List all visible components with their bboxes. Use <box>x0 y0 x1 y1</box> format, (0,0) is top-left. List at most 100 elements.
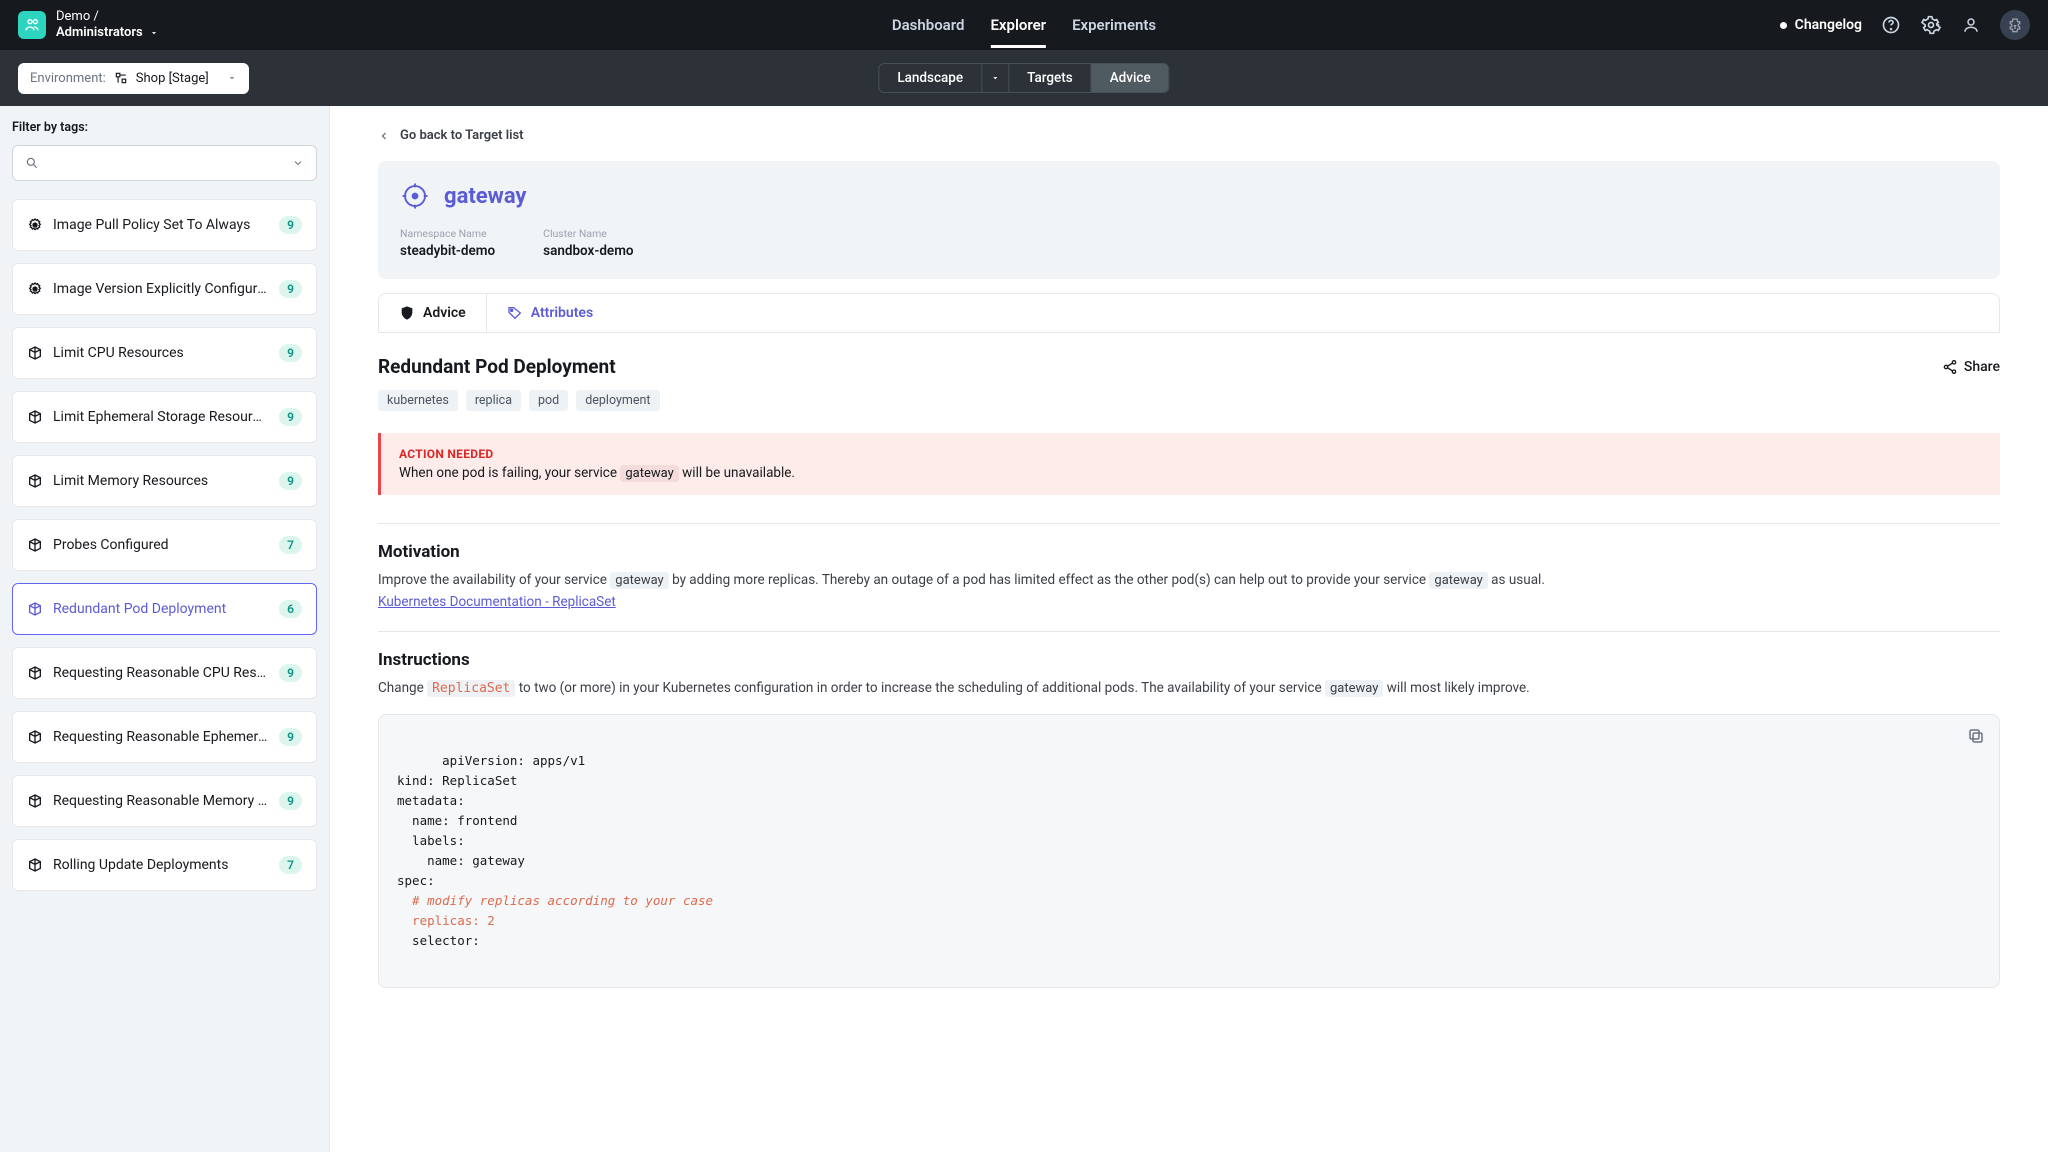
advice-label: Requesting Reasonable CPU Resources <box>53 665 269 681</box>
motivation-header: Motivation <box>378 542 2000 562</box>
chevron-down-icon <box>292 157 304 169</box>
advice-label: Image Pull Policy Set To Always <box>53 217 269 233</box>
circle-icon <box>27 217 43 233</box>
avatar-icon[interactable] <box>2000 10 2030 40</box>
sidebar: Filter by tags: Image Pull Policy Set To… <box>0 106 330 1152</box>
tag: replica <box>466 390 521 411</box>
advice-item[interactable]: Redundant Pod Deployment 6 <box>12 583 317 635</box>
chevron-left-icon <box>378 130 390 142</box>
advice-item[interactable]: Requesting Reasonable Ephemeral Stor... 9 <box>12 711 317 763</box>
divider <box>378 631 2000 632</box>
divider <box>378 523 2000 524</box>
help-icon[interactable] <box>1880 14 1902 36</box>
instructions-text: Change ReplicaSet to two (or more) in yo… <box>378 678 2000 700</box>
count-badge: 9 <box>279 664 302 682</box>
alert-body: When one pod is failing, your service ga… <box>399 465 1982 481</box>
share-button[interactable]: Share <box>1942 359 2000 375</box>
advice-item[interactable]: Rolling Update Deployments 7 <box>12 839 317 891</box>
cube-icon <box>27 537 43 553</box>
share-icon <box>1942 359 1958 375</box>
copy-button[interactable] <box>1967 727 1985 751</box>
seg-landscape[interactable]: Landscape <box>879 64 982 92</box>
filter-tags-input[interactable] <box>12 145 317 181</box>
seg-targets[interactable]: Targets <box>1009 64 1092 92</box>
cube-icon <box>27 665 43 681</box>
logo-icon <box>18 11 46 39</box>
content: Go back to Target list gateway Namespace… <box>330 106 2048 1152</box>
back-link[interactable]: Go back to Target list <box>378 128 2000 143</box>
count-badge: 9 <box>279 280 302 298</box>
cube-icon <box>27 729 43 745</box>
scope-icon <box>114 71 128 85</box>
brand-bottom: Administrators <box>56 25 143 41</box>
advice-item[interactable]: Probes Configured 7 <box>12 519 317 571</box>
environment-selector[interactable]: Environment: Shop [Stage] <box>18 63 249 94</box>
count-badge: 9 <box>279 792 302 810</box>
target-hero: gateway Namespace Name steadybit-demo Cl… <box>378 161 2000 279</box>
advice-item[interactable]: Limit CPU Resources9 <box>12 327 317 379</box>
ns-label: Namespace Name <box>400 227 495 240</box>
nav-explorer[interactable]: Explorer <box>990 2 1046 48</box>
dot-icon <box>1780 22 1787 29</box>
tab-attributes[interactable]: Attributes <box>487 294 613 332</box>
advice-title: Redundant Pod Deployment <box>378 355 616 378</box>
target-icon <box>400 181 430 211</box>
top-nav: Dashboard Explorer Experiments <box>892 2 1156 48</box>
code-block: apiVersion: apps/v1 kind: ReplicaSet met… <box>378 714 2000 988</box>
advice-label: Limit Memory Resources <box>53 473 269 489</box>
topbar: Demo / Administrators Dashboard Explorer… <box>0 0 2048 50</box>
chevron-down-icon <box>227 73 237 83</box>
instructions-header: Instructions <box>378 650 2000 670</box>
advice-item[interactable]: Requesting Reasonable CPU Resources 9 <box>12 647 317 699</box>
chevron-down-icon <box>149 28 159 38</box>
changelog-link[interactable]: Changelog <box>1780 17 1862 33</box>
count-badge: 9 <box>279 408 302 426</box>
advice-label: Limit Ephemeral Storage Resources <box>53 409 269 425</box>
settings-icon[interactable] <box>1920 14 1942 36</box>
cube-icon <box>27 409 43 425</box>
cube-icon <box>27 793 43 809</box>
advice-label: Redundant Pod Deployment <box>53 601 269 617</box>
advice-item[interactable]: Requesting Reasonable Memory Reso... 9 <box>12 775 317 827</box>
cube-icon <box>27 601 43 617</box>
advice-item[interactable]: Limit Memory Resources 9 <box>12 455 317 507</box>
count-badge: 7 <box>279 856 302 874</box>
count-badge: 9 <box>279 728 302 746</box>
nav-dashboard[interactable]: Dashboard <box>892 2 965 48</box>
advice-item[interactable]: Image Pull Policy Set To Always9 <box>12 199 317 251</box>
ns-value: steadybit-demo <box>400 243 495 259</box>
circle-icon <box>27 281 43 297</box>
tag: deployment <box>576 390 659 411</box>
advice-label: Image Version Explicitly Configured <box>53 281 269 297</box>
tag-icon <box>507 305 523 321</box>
advice-label: Probes Configured <box>53 537 269 553</box>
search-icon <box>25 156 39 170</box>
tab-advice[interactable]: Advice <box>379 294 487 332</box>
advice-label: Requesting Reasonable Memory Reso... <box>53 793 269 809</box>
nav-experiments[interactable]: Experiments <box>1072 2 1156 48</box>
seg-advice[interactable]: Advice <box>1092 64 1169 92</box>
count-badge: 6 <box>279 600 302 618</box>
brand[interactable]: Demo / Administrators <box>18 9 159 42</box>
motivation-text: Improve the availability of your service… <box>378 570 2000 613</box>
seg-landscape-dropdown[interactable] <box>982 64 1009 92</box>
tags: kubernetesreplicapoddeployment <box>378 390 2000 411</box>
user-icon[interactable] <box>1960 14 1982 36</box>
count-badge: 9 <box>279 344 302 362</box>
count-badge: 7 <box>279 536 302 554</box>
advice-item[interactable]: Limit Ephemeral Storage Resources 9 <box>12 391 317 443</box>
count-badge: 9 <box>279 472 302 490</box>
doc-link[interactable]: Kubernetes Documentation - ReplicaSet <box>378 594 616 610</box>
cube-icon <box>27 473 43 489</box>
cube-icon <box>27 857 43 873</box>
brand-top: Demo / <box>56 9 159 25</box>
filter-label: Filter by tags: <box>12 120 317 135</box>
cube-icon <box>27 345 43 361</box>
advice-label: Rolling Update Deployments <box>53 857 269 873</box>
alert-title: ACTION NEEDED <box>399 447 1982 461</box>
shield-icon <box>399 305 415 321</box>
advice-label: Requesting Reasonable Ephemeral Stor... <box>53 729 269 745</box>
advice-item[interactable]: Image Version Explicitly Configured 9 <box>12 263 317 315</box>
tag: kubernetes <box>378 390 458 411</box>
view-segments: Landscape Targets Advice <box>878 63 1169 93</box>
